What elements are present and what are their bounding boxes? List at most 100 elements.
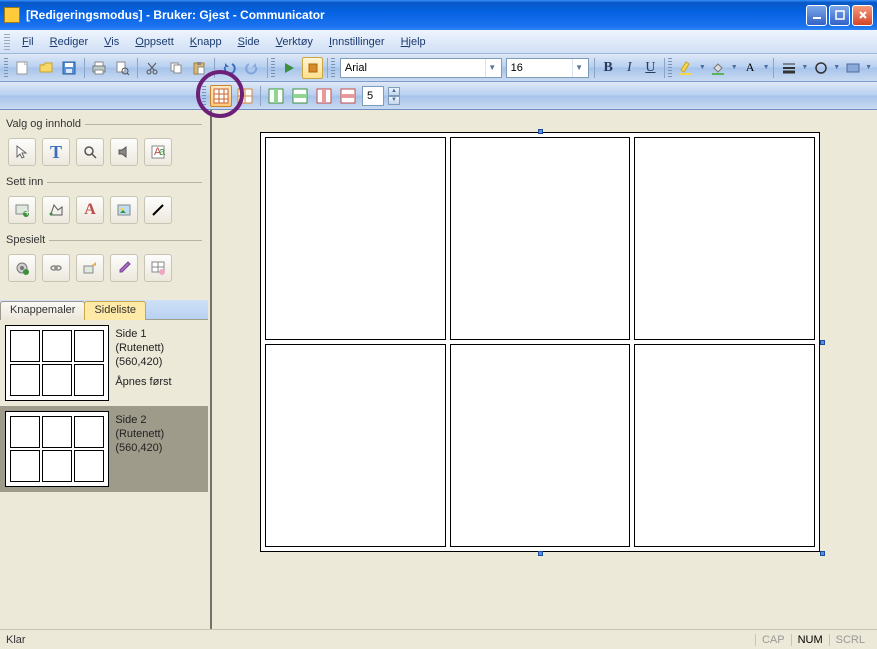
menu-button[interactable]: Knapp	[182, 33, 230, 51]
group-title-selection: Valg og innhold	[6, 118, 202, 130]
font-combo[interactable]: Arial ▼	[340, 58, 502, 78]
maximize-button[interactable]	[829, 5, 850, 26]
spin-up[interactable]: ▲	[388, 87, 400, 96]
tab-pagelist[interactable]: Sideliste	[84, 301, 146, 320]
grid-button-2[interactable]	[234, 85, 256, 107]
separator	[664, 58, 665, 78]
menu-tools[interactable]: Verktøy	[268, 33, 321, 51]
canvas-area[interactable]	[210, 110, 877, 629]
dropdown-arrow[interactable]: ▼	[864, 64, 873, 71]
minimize-button[interactable]	[806, 5, 827, 26]
underline-button[interactable]: U	[640, 57, 661, 79]
grid-insert-col-button[interactable]	[265, 85, 287, 107]
new-button[interactable]	[12, 57, 33, 79]
menu-edit[interactable]: Rediger	[42, 33, 97, 51]
save-button[interactable]	[58, 57, 79, 79]
menu-page[interactable]: Side	[230, 33, 268, 51]
copy-button[interactable]	[165, 57, 186, 79]
toolbar-grip	[271, 58, 275, 78]
selection-handle[interactable]	[820, 551, 825, 556]
status-num: NUM	[791, 634, 829, 646]
tool-groups: Valg og innhold T Aa Sett inn + A Spesie…	[0, 110, 208, 300]
insert-shape-tool[interactable]	[42, 196, 70, 224]
dropdown-arrow[interactable]: ▼	[730, 64, 739, 71]
symbol-tool[interactable]: Aa	[144, 138, 172, 166]
separator	[137, 58, 138, 78]
special-grid-tool[interactable]	[144, 254, 172, 282]
title-bar: [Redigeringsmodus] - Bruker: Gjest - Com…	[0, 0, 877, 30]
toolbar-grip	[4, 58, 8, 78]
grid-cell[interactable]	[450, 137, 631, 340]
spin-arrows[interactable]: ▲▼	[388, 87, 400, 105]
sound-tool[interactable]	[110, 138, 138, 166]
sidebar-tabs: Knappemaler Sideliste	[0, 300, 208, 320]
open-button[interactable]	[35, 57, 56, 79]
highlight-color-button[interactable]	[676, 57, 697, 79]
italic-button[interactable]: I	[619, 57, 640, 79]
grid-cell[interactable]	[634, 137, 815, 340]
dropdown-arrow[interactable]: ▼	[762, 64, 771, 71]
fill-color-button[interactable]	[708, 57, 729, 79]
print-preview-button[interactable]	[112, 57, 133, 79]
dropdown-arrow[interactable]: ▼	[832, 64, 841, 71]
insert-text-tool[interactable]: A	[76, 196, 104, 224]
menu-help[interactable]: Hjelp	[393, 33, 434, 51]
grid-delete-row-button[interactable]	[337, 85, 359, 107]
tab-templates[interactable]: Knappemaler	[0, 301, 85, 320]
shape-rect-button[interactable]	[842, 57, 863, 79]
spin-value: 5	[367, 90, 381, 102]
stop-button[interactable]	[302, 57, 323, 79]
special-export-tool[interactable]	[76, 254, 104, 282]
page-item-2[interactable]: Side 2 (Rutenett) (560,420)	[0, 406, 208, 492]
content-area: Valg og innhold T Aa Sett inn + A Spesie…	[0, 110, 877, 629]
font-color-button[interactable]: A	[740, 57, 761, 79]
shape-circle-button[interactable]	[810, 57, 831, 79]
bold-button[interactable]: B	[598, 57, 619, 79]
spin-down[interactable]: ▼	[388, 96, 400, 105]
zoom-tool[interactable]	[76, 138, 104, 166]
page-list[interactable]: Side 1 (Rutenett) (560,420) Åpnes først …	[0, 320, 208, 629]
insert-line-tool[interactable]	[144, 196, 172, 224]
special-settings-tool[interactable]	[8, 254, 36, 282]
special-link-tool[interactable]	[42, 254, 70, 282]
menu-view[interactable]: Vis	[96, 33, 127, 51]
grid-insert-row-button[interactable]	[289, 85, 311, 107]
grid-cell[interactable]	[265, 137, 446, 340]
page-item-1[interactable]: Side 1 (Rutenett) (560,420) Åpnes først	[0, 320, 208, 406]
dropdown-arrow[interactable]: ▼	[801, 64, 810, 71]
grid-delete-col-button[interactable]	[313, 85, 335, 107]
grid-cell[interactable]	[265, 344, 446, 547]
window-title: [Redigeringsmodus] - Bruker: Gjest - Com…	[26, 8, 806, 22]
menu-file[interactable]: Fil	[14, 33, 42, 51]
eyedropper-tool[interactable]	[110, 254, 138, 282]
menu-settings[interactable]: Innstillinger	[321, 33, 393, 51]
insert-button-tool[interactable]: +	[8, 196, 36, 224]
pointer-tool[interactable]	[8, 138, 36, 166]
group-title-insert: Sett inn	[6, 176, 202, 188]
selection-handle[interactable]	[820, 340, 825, 345]
page-meta: Side 1 (Rutenett) (560,420) Åpnes først	[109, 325, 203, 401]
grid-cell[interactable]	[450, 344, 631, 547]
redo-button[interactable]	[242, 57, 263, 79]
page-meta: Side 2 (Rutenett) (560,420)	[109, 411, 203, 487]
page-canvas[interactable]	[260, 132, 820, 552]
font-size-combo[interactable]: 16 ▼	[506, 58, 589, 78]
text-tool[interactable]: T	[42, 138, 70, 166]
status-text: Klar	[6, 634, 26, 646]
undo-button[interactable]	[218, 57, 239, 79]
close-button[interactable]	[852, 5, 873, 26]
play-button[interactable]	[279, 57, 300, 79]
dropdown-arrow[interactable]: ▼	[698, 64, 707, 71]
menu-layout[interactable]: Oppsett	[127, 33, 182, 51]
insert-image-tool[interactable]	[110, 196, 138, 224]
border-style-button[interactable]	[778, 57, 799, 79]
selection-handle[interactable]	[538, 551, 543, 556]
grid-cell[interactable]	[634, 344, 815, 547]
print-button[interactable]	[88, 57, 109, 79]
cut-button[interactable]	[142, 57, 163, 79]
grid-spin[interactable]: 5	[362, 86, 384, 106]
selection-handle[interactable]	[538, 129, 543, 134]
paste-button[interactable]	[188, 57, 209, 79]
grid-button-1[interactable]	[210, 85, 232, 107]
page-note: Åpnes først	[115, 375, 197, 389]
